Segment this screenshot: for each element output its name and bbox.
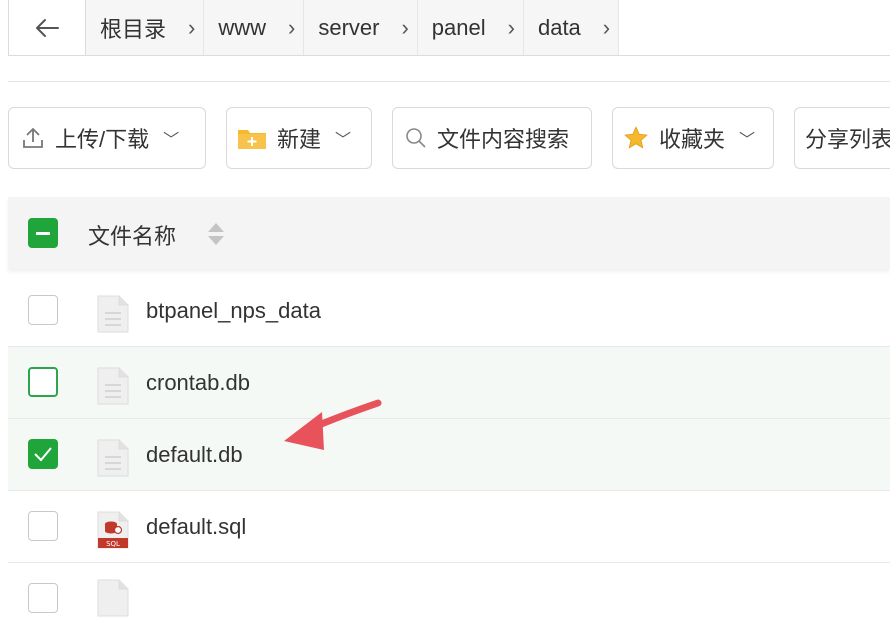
- file-icon: [97, 367, 129, 405]
- breadcrumb-label: 根目录: [100, 16, 167, 42]
- upload-icon: [21, 126, 45, 150]
- divider: [8, 81, 890, 82]
- share-list-button[interactable]: 分享列表: [794, 107, 890, 169]
- select-all-checkbox[interactable]: [28, 218, 58, 248]
- new-label: 新建: [277, 127, 322, 152]
- content-search-button[interactable]: 文件内容搜索: [392, 107, 592, 169]
- chevron-right-icon: ›: [602, 14, 611, 40]
- new-button[interactable]: 新建 ﹀: [226, 107, 372, 169]
- row-checkbox[interactable]: [28, 439, 58, 469]
- table-row[interactable]: [8, 563, 890, 635]
- search-icon: [405, 127, 427, 149]
- file-icon: [97, 295, 129, 333]
- file-name-column-header[interactable]: 文件名称: [88, 219, 176, 251]
- breadcrumb-label: server: [318, 14, 380, 40]
- breadcrumb-item-panel[interactable]: panel ›: [417, 0, 524, 55]
- breadcrumb-label: panel: [431, 14, 486, 40]
- row-checkbox[interactable]: [28, 367, 58, 397]
- table-row[interactable]: default.db: [8, 419, 890, 491]
- breadcrumb-label: www: [218, 14, 267, 40]
- file-name[interactable]: default.sql: [146, 491, 246, 563]
- file-icon: [97, 579, 129, 617]
- svg-text:SQL: SQL: [106, 540, 120, 548]
- breadcrumb-item-data[interactable]: data ›: [523, 0, 620, 55]
- upload-download-label: 上传/下载: [55, 127, 150, 152]
- folder-add-icon: [237, 126, 267, 150]
- back-button[interactable]: [9, 0, 86, 55]
- checkmark-icon: [34, 447, 52, 462]
- row-checkbox[interactable]: [28, 295, 58, 325]
- arrow-left-icon: [36, 18, 59, 37]
- table-row[interactable]: SQL default.sql: [8, 491, 890, 563]
- file-name[interactable]: btpanel_nps_data: [146, 275, 321, 347]
- sort-icon[interactable]: [206, 221, 226, 247]
- chevron-right-icon: ›: [507, 14, 515, 40]
- breadcrumb-label: data: [537, 14, 581, 40]
- upload-download-button[interactable]: 上传/下载 ﹀: [8, 107, 206, 169]
- share-list-label: 分享列表: [805, 127, 890, 152]
- favorites-button[interactable]: 收藏夹 ﹀: [612, 107, 774, 169]
- breadcrumb-item-www[interactable]: www ›: [204, 0, 305, 55]
- favorites-label: 收藏夹: [659, 127, 726, 152]
- file-icon: [97, 439, 129, 477]
- chevron-down-icon: ﹀: [739, 132, 756, 149]
- table-header: 文件名称: [8, 197, 890, 269]
- breadcrumb: 根目录 › www › server › panel › data ›: [8, 0, 890, 56]
- chevron-right-icon: ›: [401, 14, 409, 40]
- file-name[interactable]: default.db: [146, 419, 243, 491]
- sql-file-icon: SQL: [97, 511, 129, 549]
- chevron-down-icon: ﹀: [335, 132, 352, 149]
- table-row[interactable]: crontab.db: [8, 347, 890, 419]
- chevron-down-icon: ﹀: [163, 132, 180, 149]
- content-search-label: 文件内容搜索: [437, 127, 570, 152]
- chevron-right-icon: ›: [288, 14, 296, 40]
- star-icon: [623, 125, 649, 151]
- row-checkbox[interactable]: [28, 511, 58, 541]
- breadcrumb-item-root[interactable]: 根目录 ›: [86, 0, 205, 55]
- table-row[interactable]: btpanel_nps_data: [8, 275, 890, 347]
- breadcrumb-item-server[interactable]: server ›: [304, 0, 418, 55]
- file-name[interactable]: crontab.db: [146, 347, 250, 419]
- chevron-right-icon: ›: [188, 14, 196, 40]
